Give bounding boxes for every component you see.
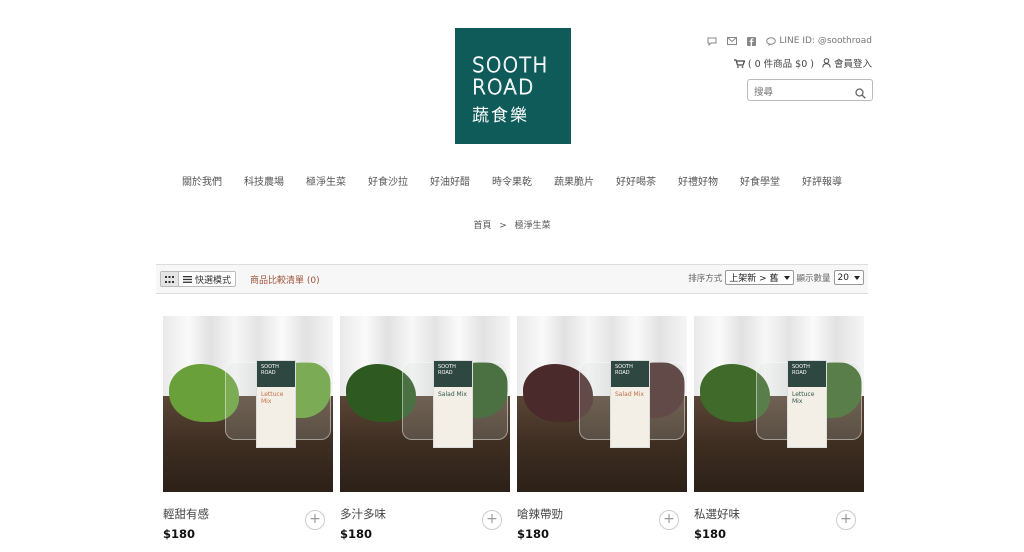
login-text: 會員登入 [833,59,872,70]
package-label: SOOTH ROAD Lettuce Mix [256,360,296,448]
dropdown-arrow-icon [783,275,790,280]
product-name[interactable]: 多汁多味 [340,506,386,522]
facebook-icon[interactable] [747,36,757,46]
product-name[interactable]: 嗆辣帶勁 [517,506,563,522]
product-name[interactable]: 私選好味 [694,506,740,522]
breadcrumb-current: 極淨生菜 [514,221,551,231]
product-grid: SOOTH ROAD Lettuce Mix 輕甜有感 $180 + SOOTH R… [163,316,864,552]
login-link[interactable]: 會員登入 [822,56,872,70]
package-label-brand: SOOTH ROAD [257,361,295,387]
package-label: SOOTH ROAD Salad Mix [433,360,473,448]
product-image[interactable]: SOOTH ROAD Lettuce Mix [694,316,864,492]
logo-line-1: SOOTH [472,53,549,77]
product-card[interactable]: SOOTH ROAD Salad Mix 多汁多味 $180 + [340,316,510,552]
line-chat-icon [766,36,777,46]
add-to-cart-button[interactable]: + [305,510,325,530]
line-id-text: LINE ID: @soothroad [779,36,872,46]
product-image[interactable]: SOOTH ROAD Lettuce Mix [163,316,333,492]
quick-view-button[interactable]: 快選模式 [179,272,235,286]
package-label-name: Salad Mix [438,391,467,398]
add-to-cart-button[interactable]: + [482,510,502,530]
line-id-link[interactable]: LINE ID: @soothroad [766,36,872,46]
package-label-name: Lettuce Mix [261,391,284,405]
grid-icon [165,275,174,283]
breadcrumb-home[interactable]: 首頁 [473,221,491,231]
add-to-cart-button[interactable]: + [836,510,856,530]
product-name[interactable]: 輕甜有感 [163,506,209,522]
main-nav: 關於我們 科技農場 極淨生菜 好食沙拉 好油好醋 時令果乾 蔬果脆片 好好喝茶 … [0,173,1024,188]
product-image[interactable]: SOOTH ROAD Salad Mix [517,316,687,492]
product-price: $180 [694,527,727,541]
breadcrumb: 首頁 > 極淨生菜 [0,218,1024,231]
compare-list-link[interactable]: 商品比較清單 (0) [250,273,320,286]
count-value: 20 [837,272,849,283]
sort-select[interactable]: 上架新 > 舊 [725,270,794,285]
quick-view-label: 快選模式 [195,275,232,286]
nav-about[interactable]: 關於我們 [171,173,233,188]
brand-logo[interactable]: SOOTH ROAD 蔬食樂 [455,28,571,144]
add-to-cart-button[interactable]: + [659,510,679,530]
nav-classroom[interactable]: 好食學堂 [729,173,791,188]
product-price: $180 [163,527,196,541]
cart-summary: ( 0 件商品 $0 ) [747,59,814,70]
nav-tea[interactable]: 好好喝茶 [605,173,667,188]
nav-lettuce[interactable]: 極淨生菜 [295,173,357,188]
cart-icon [733,58,745,68]
logo-line-3: 蔬食樂 [472,106,529,126]
product-price: $180 [517,527,550,541]
search-box [747,79,873,103]
header-utilities: LINE ID: @soothroad ( 0 件商品 $0 ) 會員登入 [707,34,872,70]
product-card[interactable]: SOOTH ROAD Lettuce Mix 私選好味 $180 + [694,316,864,552]
package-label-brand: SOOTH ROAD [788,361,826,387]
sort-controls: 排序方式 上架新 > 舊 顯示數量 20 [688,270,864,285]
list-icon [183,275,192,283]
breadcrumb-separator: > [499,221,507,231]
listing-toolbar: 快選模式 商品比較清單 (0) 排序方式 上架新 > 舊 顯示數量 20 [156,264,868,294]
product-card[interactable]: SOOTH ROAD Salad Mix 嗆辣帶勁 $180 + [517,316,687,552]
package-label: SOOTH ROAD Lettuce Mix [787,360,827,448]
sort-value: 上架新 > 舊 [729,274,779,284]
package-label-brand: SOOTH ROAD [434,361,472,387]
nav-chips[interactable]: 蔬果脆片 [543,173,605,188]
package-label-name: Salad Mix [615,391,644,398]
view-switcher: 快選模式 [160,271,237,287]
nav-salad[interactable]: 好食沙拉 [357,173,419,188]
nav-dried-fruit[interactable]: 時令果乾 [481,173,543,188]
grid-view-button[interactable] [161,272,179,286]
count-label: 顯示數量 [796,273,831,284]
cart-link[interactable]: ( 0 件商品 $0 ) [733,56,814,70]
search-icon[interactable] [855,84,866,103]
nav-reviews[interactable]: 好評報導 [791,173,853,188]
mail-icon[interactable] [727,37,738,45]
nav-tech-farm[interactable]: 科技農場 [233,173,295,188]
product-card[interactable]: SOOTH ROAD Lettuce Mix 輕甜有感 $180 + [163,316,333,552]
count-select[interactable]: 20 [833,270,864,285]
logo-line-2: ROAD [472,75,535,99]
search-input[interactable] [752,82,852,103]
product-price: $180 [340,527,373,541]
sort-label: 排序方式 [688,273,723,284]
user-icon [822,58,831,68]
package-label-name: Lettuce Mix [792,391,815,405]
nav-oil-vinegar[interactable]: 好油好醋 [419,173,481,188]
package-label: SOOTH ROAD Salad Mix [610,360,650,448]
package-label-brand: SOOTH ROAD [611,361,649,387]
dropdown-arrow-icon [854,275,860,280]
nav-gifts[interactable]: 好禮好物 [667,173,729,188]
product-image[interactable]: SOOTH ROAD Salad Mix [340,316,510,492]
chat-icon[interactable] [707,37,717,46]
